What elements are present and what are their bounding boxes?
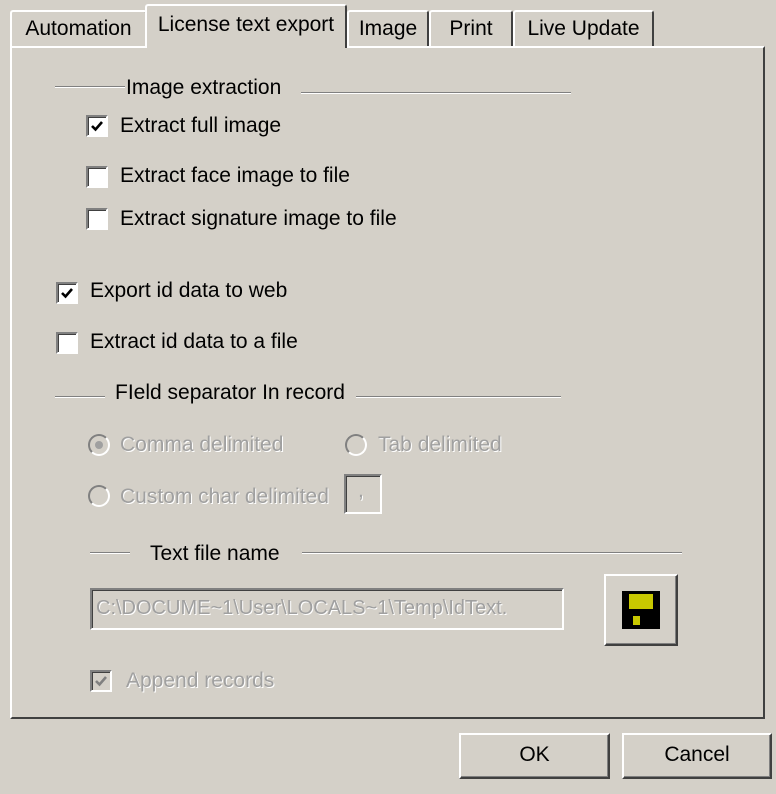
cancel-button[interactable]: Cancel bbox=[622, 733, 772, 779]
field-separator-line-right bbox=[356, 396, 561, 398]
export-id-web-checkbox[interactable] bbox=[56, 282, 78, 304]
custom-char-delimited-label[interactable]: Custom char delimited bbox=[120, 484, 329, 510]
tab-live-update-label: Live Update bbox=[527, 17, 640, 40]
extract-face-image-checkbox[interactable] bbox=[86, 166, 108, 188]
image-extraction-line-left bbox=[55, 86, 125, 88]
custom-char-value: , bbox=[358, 479, 364, 502]
save-file-button[interactable] bbox=[604, 574, 678, 646]
text-file-path-input[interactable]: C:\DOCUME~1\User\LOCALS~1\Temp\IdText. bbox=[90, 588, 564, 630]
field-separator-line-left bbox=[55, 396, 105, 398]
custom-char-delimited-radio[interactable] bbox=[88, 485, 110, 507]
radio-dot bbox=[95, 441, 103, 449]
text-file-path-value: C:\DOCUME~1\User\LOCALS~1\Temp\IdText. bbox=[96, 597, 508, 619]
floppy-disk-icon bbox=[622, 591, 660, 629]
extract-face-image-label[interactable]: Extract face image to file bbox=[120, 163, 350, 189]
text-file-line-right bbox=[302, 552, 682, 554]
checkmark-icon bbox=[91, 121, 103, 132]
image-extraction-title: Image extraction bbox=[126, 76, 282, 99]
extract-signature-image-checkbox[interactable] bbox=[86, 208, 108, 230]
tab-image-label: Image bbox=[358, 17, 418, 40]
tab-automation[interactable]: Automation bbox=[10, 10, 147, 46]
tab-delimited-radio[interactable] bbox=[345, 434, 367, 456]
append-records-checkbox[interactable] bbox=[90, 670, 112, 692]
extract-id-file-checkbox[interactable] bbox=[56, 332, 78, 354]
ok-button[interactable]: OK bbox=[459, 733, 610, 779]
tab-image[interactable]: Image bbox=[347, 10, 429, 46]
image-extraction-line-right bbox=[301, 92, 571, 94]
tab-panel-license-text-export: Image extraction Extract full image Extr… bbox=[10, 46, 765, 719]
field-separator-title: FIeld separator In record bbox=[115, 381, 345, 404]
text-file-line-left bbox=[90, 552, 130, 554]
append-records-label[interactable]: Append records bbox=[126, 668, 274, 694]
text-file-title: Text file name bbox=[150, 542, 280, 565]
tab-live-update[interactable]: Live Update bbox=[513, 10, 654, 46]
ok-button-label: OK bbox=[519, 743, 550, 766]
tab-print-label: Print bbox=[449, 17, 493, 40]
cancel-button-label: Cancel bbox=[664, 743, 730, 766]
checkmark-icon bbox=[95, 676, 107, 687]
extract-full-image-checkbox[interactable] bbox=[86, 115, 108, 137]
tab-license-text-export[interactable]: License text export bbox=[145, 4, 347, 48]
custom-char-input[interactable]: , bbox=[344, 474, 382, 514]
tab-print[interactable]: Print bbox=[429, 10, 513, 46]
extract-full-image-label[interactable]: Extract full image bbox=[120, 113, 281, 139]
tab-delimited-label[interactable]: Tab delimited bbox=[378, 432, 502, 458]
checkmark-icon bbox=[61, 288, 73, 299]
extract-id-file-label[interactable]: Extract id data to a file bbox=[90, 329, 298, 355]
tab-automation-label: Automation bbox=[25, 17, 132, 40]
comma-delimited-label[interactable]: Comma delimited bbox=[120, 432, 283, 458]
tab-license-text-export-label: License text export bbox=[157, 13, 335, 36]
comma-delimited-radio[interactable] bbox=[88, 434, 110, 456]
export-id-web-label[interactable]: Export id data to web bbox=[90, 278, 287, 304]
extract-signature-image-label[interactable]: Extract signature image to file bbox=[120, 206, 397, 232]
